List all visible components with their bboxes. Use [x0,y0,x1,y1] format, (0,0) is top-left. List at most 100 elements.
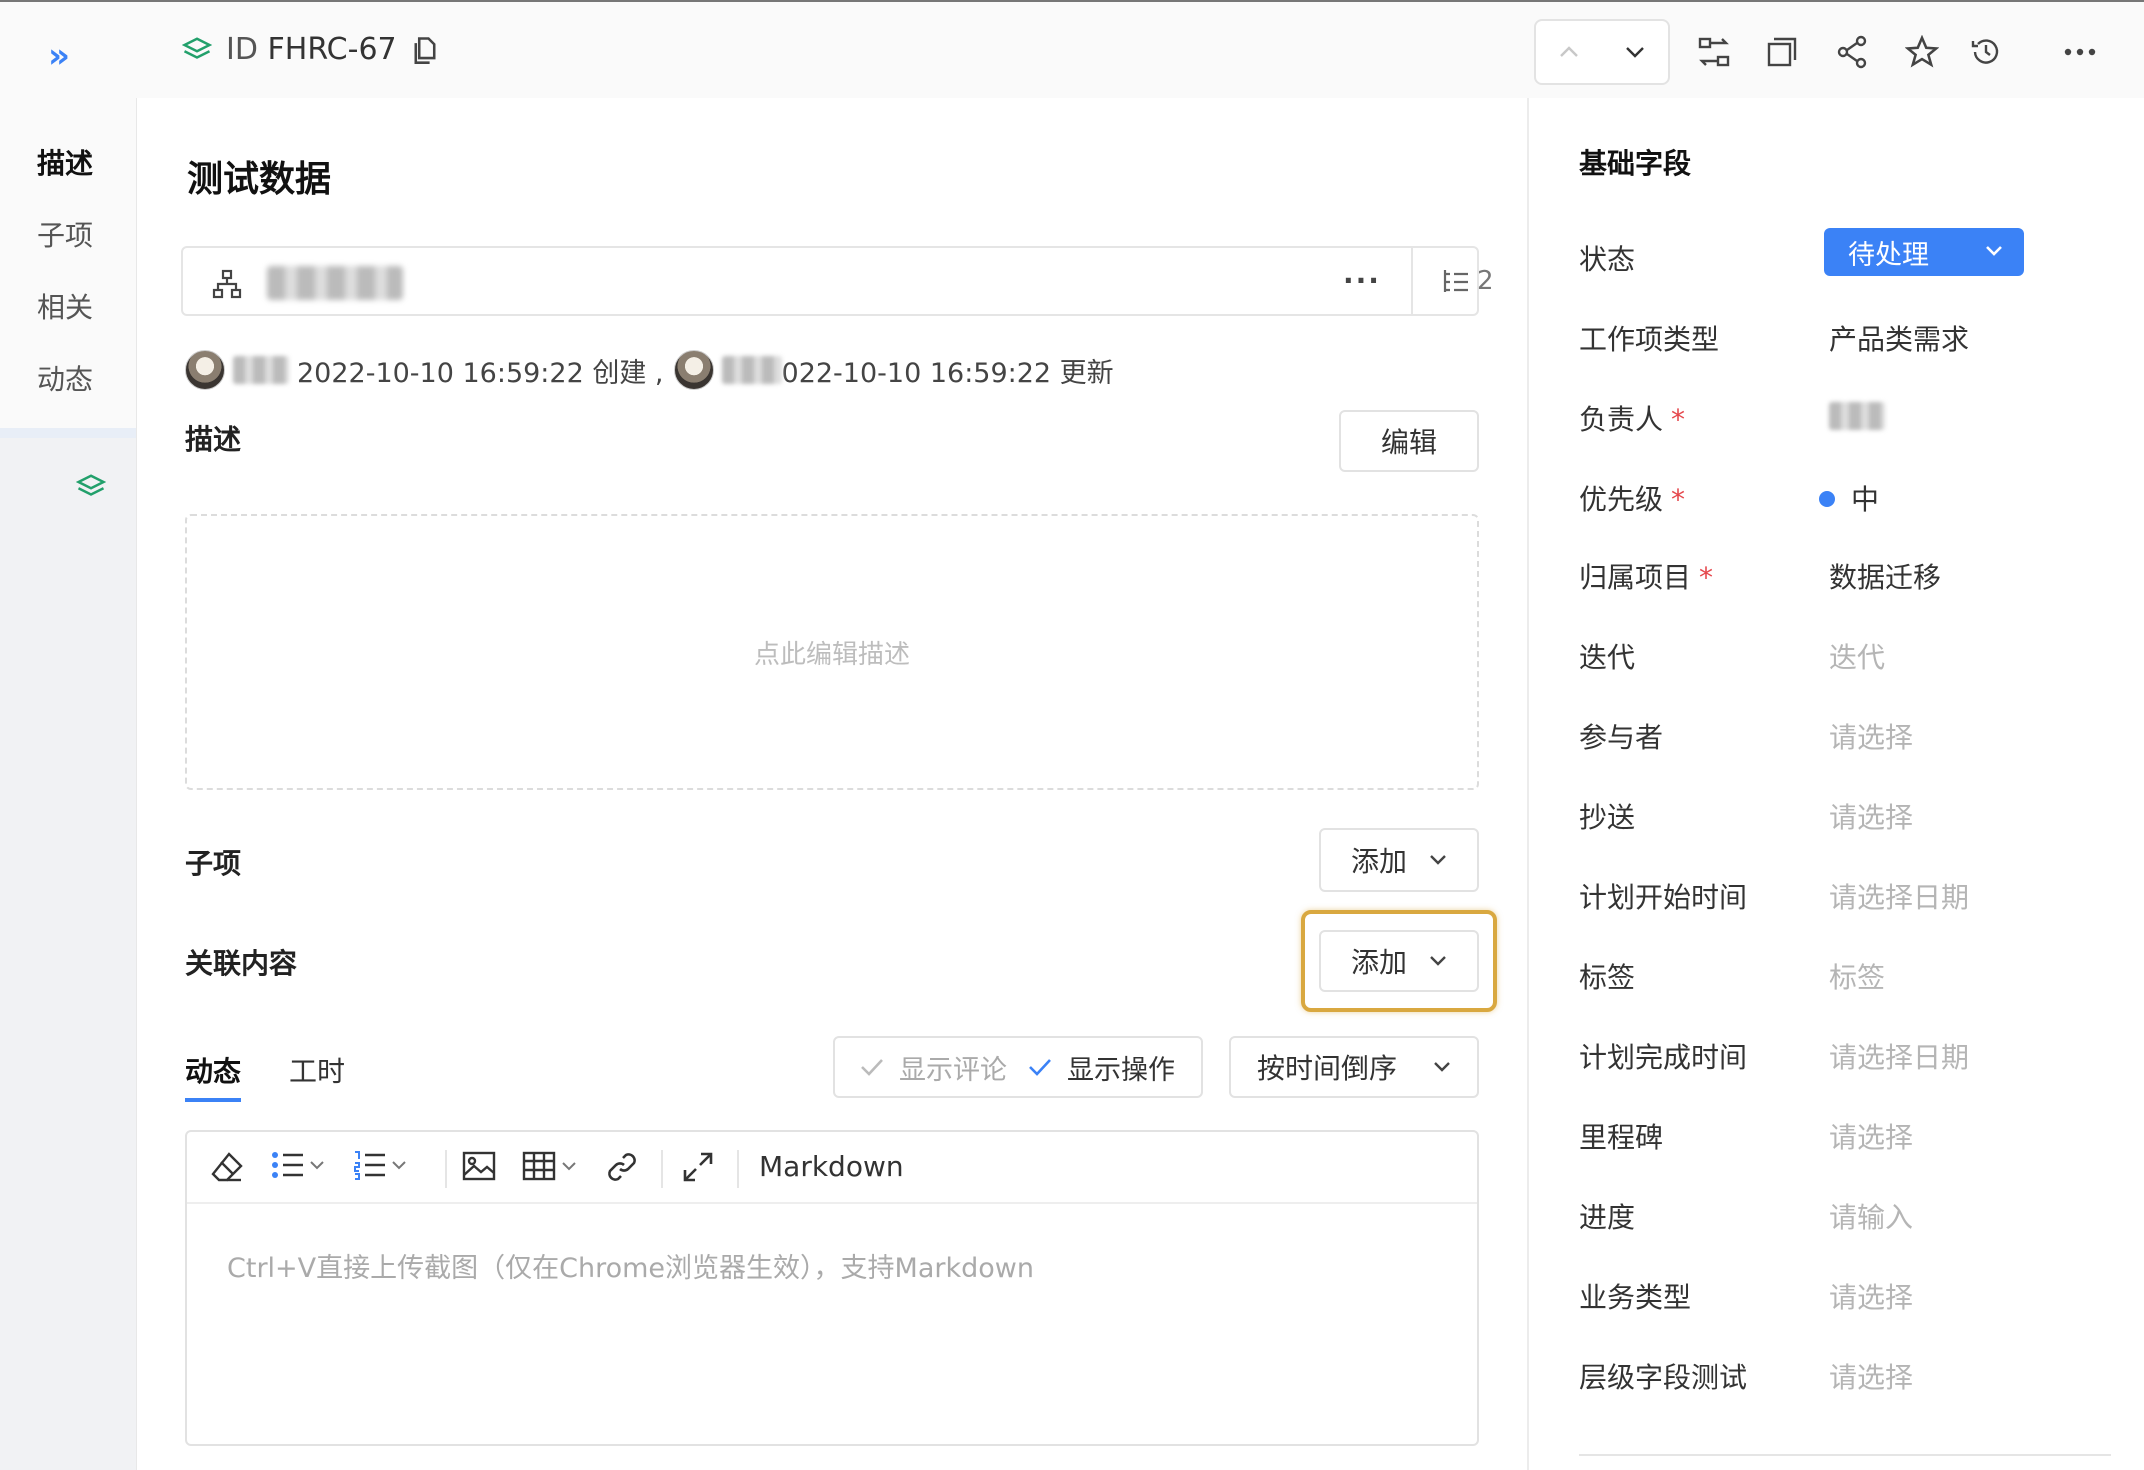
section-nav: 描述 子项 相关 动态 [0,98,136,428]
link-icon[interactable] [605,1150,639,1184]
id-value: FHRC-67 [267,32,397,67]
comment-input-placeholder[interactable]: Ctrl+V直接上传截图（仅在Chrome浏览器生效），支持Markdown [227,1246,1034,1285]
field-label: 迭代 [1579,641,1636,674]
field-label: 计划完成时间 [1579,1041,1748,1074]
item-id-text: ID FHRC-67 [226,32,397,67]
field-label-text: 负责人 [1579,403,1664,436]
expand-icon[interactable]: ›› [48,36,70,76]
check-icon [1029,1059,1051,1076]
field-label: 归属项目 * [1579,556,1713,596]
children-label: 子项 [185,847,242,880]
edit-description-button[interactable]: 编辑 [1339,410,1479,472]
assignee-value[interactable] [1829,398,1885,431]
markdown-mode-label[interactable]: Markdown [759,1150,904,1183]
more-icon[interactable] [2060,32,2100,72]
prev-item-button[interactable] [1536,21,1602,83]
description-label: 描述 [185,423,242,456]
children-count[interactable]: 2 [1441,266,1494,296]
field-hierarchy-test: 层级字段测试 请选择 [1579,1356,2119,1396]
updater-name [721,356,782,384]
field-value[interactable]: 请选择日期 [1829,1036,1969,1076]
detail-panel: 测试数据 ··· 2 2022-10-10 16:59:22 创建 , 022-… [136,98,1527,1470]
next-item-button[interactable] [1602,21,1668,83]
description-placeholder: 点此编辑描述 [753,639,910,670]
field-value[interactable]: 数据迁移 [1829,556,1941,596]
toolbar-divider [661,1150,663,1188]
field-progress: 进度 请输入 [1579,1196,2119,1236]
field-label: 里程碑 [1579,1121,1664,1154]
bullet-list-icon[interactable] [271,1150,325,1180]
field-label: 业务类型 [1579,1281,1692,1314]
ordered-list-icon[interactable] [353,1150,407,1180]
field-participants: 参与者 请选择 [1579,716,2119,756]
field-project: 归属项目 * 数据迁移 [1579,556,2119,596]
field-value[interactable]: 请选择日期 [1829,876,1969,916]
field-label: 负责人 * [1579,398,1685,438]
field-label: 进度 [1579,1201,1636,1234]
chevron-up-icon [1560,46,1578,57]
field-tags: 标签 标签 [1579,956,2119,996]
sort-dropdown[interactable]: 按时间倒序 [1229,1036,1479,1098]
status-dropdown[interactable]: 待处理 [1824,228,2024,276]
section-nav-description[interactable]: 描述 [37,142,93,182]
field-value[interactable]: 请选择 [1829,716,1913,756]
toolbar-divider [445,1150,447,1188]
field-value[interactable]: 请选择 [1829,1116,1913,1156]
star-icon[interactable] [1902,32,1942,72]
transfer-icon[interactable] [1694,32,1734,72]
description-area[interactable]: 点此编辑描述 [185,514,1479,790]
add-child-button[interactable]: 添加 [1319,828,1479,892]
copy-icon[interactable] [411,35,439,65]
share-icon[interactable] [1832,32,1872,72]
active-tab-indicator [185,1098,241,1102]
subtasks-icon [1443,270,1468,292]
id-prefix: ID [226,32,258,67]
field-value[interactable]: 请选择 [1829,1356,1913,1396]
tab-worklog[interactable]: 工时 [289,1050,345,1090]
section-nav-related[interactable]: 相关 [37,286,93,326]
editor-toolbar: Markdown [187,1132,1477,1204]
field-label-text: 归属项目 [1579,561,1692,594]
check-icon [861,1059,883,1076]
page-title[interactable]: 测试数据 [187,150,331,202]
fields-panel-title: 基础字段 [1579,147,1692,180]
history-icon[interactable] [1966,32,2006,72]
priority-value[interactable]: 中 [1819,478,1879,518]
children-count-value: 2 [1477,266,1494,296]
image-icon[interactable] [461,1150,497,1182]
parent-item-bar[interactable]: ··· 2 [181,246,1494,316]
more-icon[interactable]: ··· [1343,264,1381,297]
field-label: 状态 [1579,243,1636,276]
related-label: 关联内容 [185,947,298,980]
sort-label: 按时间倒序 [1257,1052,1398,1085]
show-comments-toggle[interactable]: 显示评论 [899,1048,1007,1087]
add-child-label: 添加 [1350,845,1407,878]
window-icon[interactable] [1762,32,1802,72]
updated-text: 022-10-10 16:59:22 更新 [781,357,1114,389]
chevron-down-icon [1430,855,1446,865]
toolbar-divider [737,1150,739,1188]
chevron-down-icon [1626,47,1644,58]
field-value[interactable]: 标签 [1829,956,1885,996]
eraser-icon[interactable] [209,1150,245,1184]
fullscreen-icon[interactable] [681,1150,715,1184]
focus-highlight [1301,910,1497,1012]
avatar [673,350,714,390]
left-divider [0,428,136,438]
tab-activity[interactable]: 动态 [185,1050,241,1090]
field-work-item-type: 工作项类型 产品类需求 [1579,318,2119,358]
field-value[interactable]: 产品类需求 [1829,318,1969,358]
field-value[interactable]: 请选择 [1829,796,1913,836]
field-value[interactable]: 请输入 [1829,1196,1913,1236]
field-label: 优先级 * [1579,478,1685,518]
field-value[interactable]: 迭代 [1829,636,1885,676]
table-icon[interactable] [521,1150,577,1182]
section-nav-activity[interactable]: 动态 [37,358,93,398]
field-label: 工作项类型 [1579,323,1720,356]
field-plan-end: 计划完成时间 请选择日期 [1579,1036,2119,1076]
fields-panel: 基础字段 状态 工作项类型 产品类需求 负责人 * 优先级 * 中 归属项目 * 数据… [1527,98,2144,1470]
show-actions-toggle[interactable]: 显示操作 [1067,1048,1175,1087]
field-value[interactable]: 请选择 [1829,1276,1913,1316]
section-nav-children[interactable]: 子项 [37,214,93,254]
prev-next-group [1534,19,1670,85]
